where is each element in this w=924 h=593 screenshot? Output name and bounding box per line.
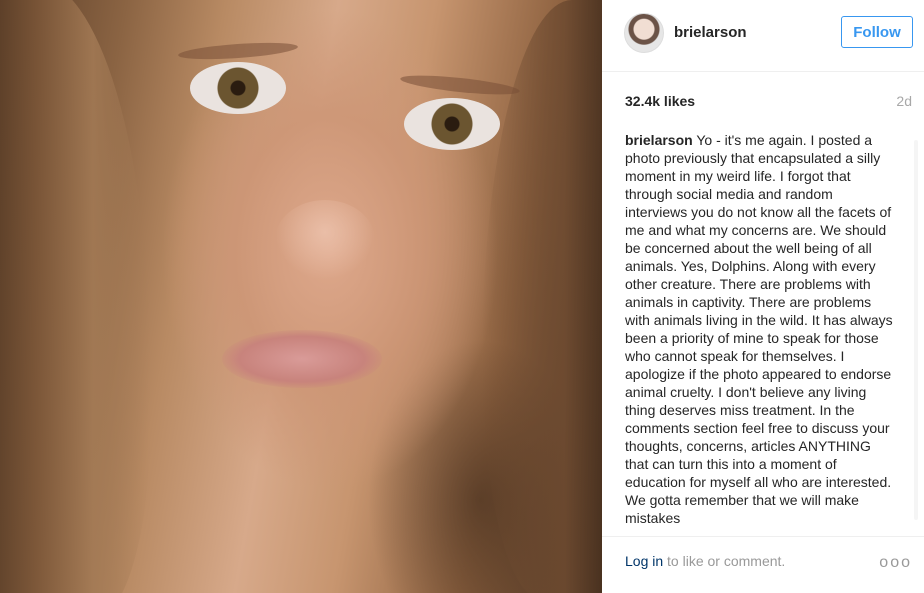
post-header: brielarson Follow	[602, 0, 924, 72]
caption: brielarson Yo - it's me again. I posted …	[625, 131, 895, 524]
post-side-panel: brielarson Follow 32.4k likes 2d brielar…	[602, 0, 924, 593]
caption-username[interactable]: brielarson	[625, 132, 693, 148]
follow-button[interactable]: Follow	[841, 16, 913, 48]
username-link[interactable]: brielarson	[674, 24, 747, 41]
avatar[interactable]	[624, 13, 664, 53]
caption-text: Yo - it's me again. I posted a photo pre…	[625, 132, 893, 524]
login-link[interactable]: Log in	[625, 553, 663, 569]
photo-nose	[275, 200, 375, 280]
ellipsis-icon[interactable]: ooo	[879, 554, 912, 572]
likes-count[interactable]: 32.4k likes	[625, 93, 695, 109]
photo-hair-left	[0, 0, 150, 593]
login-prompt: Log in to like or comment.	[625, 553, 785, 569]
photo-eye-right	[404, 98, 500, 150]
post-age[interactable]: 2d	[896, 93, 912, 109]
photo-eye-left	[190, 62, 286, 114]
post-footer: Log in to like or comment. ooo	[602, 536, 924, 593]
login-suffix: to like or comment.	[663, 553, 786, 569]
post-photo[interactable]	[0, 0, 602, 593]
photo-lips	[222, 330, 382, 388]
photo-brow-right	[399, 71, 521, 99]
caption-scrollbar[interactable]	[914, 140, 918, 520]
photo-brow-left	[177, 39, 299, 63]
